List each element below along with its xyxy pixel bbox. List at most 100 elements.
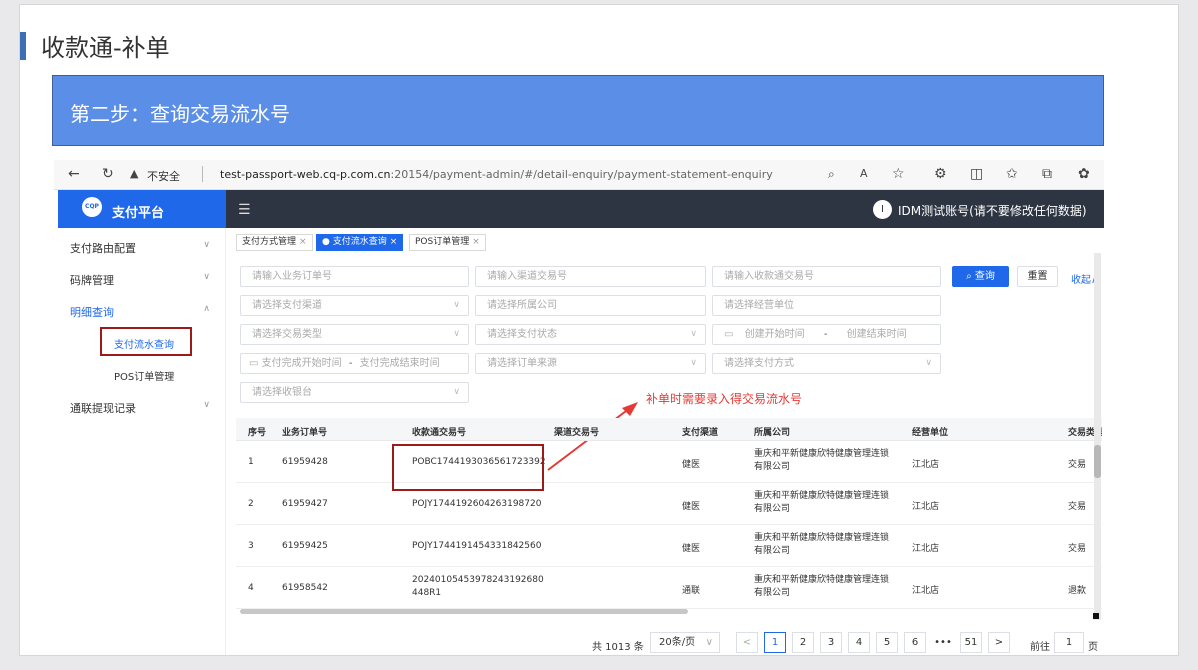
biz-unit: 江北店 <box>912 460 940 470</box>
tx-type-select[interactable]: 请选择交易类型 ∨ <box>240 324 469 345</box>
order-number: 61959425 <box>282 541 328 551</box>
calendar-icon: ▭ <box>249 358 262 369</box>
prev-page-button[interactable]: < <box>736 632 758 653</box>
horizontal-scrollbar-thumb[interactable] <box>240 609 688 614</box>
tx-type: 退款 <box>1068 586 1087 596</box>
sidebar-item-label: 支付路由配置 <box>70 242 136 255</box>
reload-icon[interactable]: ↻ <box>102 166 114 182</box>
page-size-select[interactable]: 20条/页 ∨ <box>650 632 720 653</box>
biz-order-input[interactable]: 请输入业务订单号 <box>240 266 469 287</box>
collect-tx-input[interactable]: 请输入收款通交易号 <box>712 266 941 287</box>
biz-unit-select[interactable]: 请选择经营单位 <box>712 295 941 316</box>
chevron-up-icon: ∧ <box>203 304 210 314</box>
tab-pos-orders[interactable]: POS订单管理 × <box>409 234 486 251</box>
row-number: 2 <box>248 499 254 509</box>
step-banner-text: 第二步：查询交易流水号 <box>70 102 290 126</box>
user-name[interactable]: IDM测试账号(请不要修改任何数据) <box>898 202 1087 219</box>
channel-tx-input[interactable]: 请输入渠道交易号 <box>475 266 706 287</box>
page-size-value: 20条/页 <box>659 637 696 648</box>
company: 重庆和平新健康欣特健康管理连锁有限公司 <box>754 449 890 472</box>
chevron-down-icon: ∨ <box>690 358 697 368</box>
company-select[interactable]: 请选择所属公司 <box>475 295 706 316</box>
table-row[interactable]: 1 61959428 POBC1744193036561723392 健医 重庆… <box>236 441 1102 483</box>
order-number: 61959428 <box>282 457 328 467</box>
order-source-select[interactable]: 请选择订单来源 ∨ <box>475 353 706 374</box>
table-row[interactable]: 4 61958542 20240105453978243192680448R1 … <box>236 567 1102 609</box>
zoom-icon[interactable]: ⌕ <box>828 167 835 182</box>
close-icon[interactable]: × <box>299 237 307 247</box>
vertical-scrollbar-track[interactable] <box>1094 253 1101 620</box>
pay-channel-select[interactable]: 请选择支付渠道 ∨ <box>240 295 469 316</box>
sidebar-subitem-pos-orders[interactable]: POS订单管理 <box>114 368 174 383</box>
select-placeholder: 请选择支付方式 <box>724 358 794 369</box>
sidebar-item-code-plate[interactable]: 码牌管理 ∨ <box>70 272 210 288</box>
chevron-down-icon: ∨ <box>453 329 460 339</box>
sidebar: CQP 支付平台 支付路由配置 ∨ 码牌管理 ∨ 明细查询 ∧ 支付流水查询 POS订… <box>54 190 226 655</box>
user-avatar[interactable]: I <box>873 200 892 219</box>
select-placeholder: 请选择订单来源 <box>487 358 557 369</box>
page-button-5[interactable]: 5 <box>876 632 898 653</box>
chevron-down-icon: ∨ <box>203 400 210 410</box>
pay-status-select[interactable]: 请选择支付状态 ∨ <box>475 324 706 345</box>
tab-payment-method[interactable]: 支付方式管理 × <box>236 234 313 251</box>
favorite-star-icon[interactable]: ☆ <box>892 166 905 182</box>
tx-type: 交易 <box>1068 460 1087 470</box>
url-text[interactable]: test-passport-web.cq-p.com.cn:20154/paym… <box>220 168 773 181</box>
table-row[interactable]: 3 61959425 POJY1744191454331842560 健医 重庆… <box>236 525 1102 567</box>
collect-tx-number: POJY1744192604263198720 <box>412 499 542 509</box>
split-screen-icon[interactable]: ◫ <box>970 166 983 182</box>
page-button-last[interactable]: 51 <box>960 632 982 653</box>
cashier-select[interactable]: 请选择收银台 ∨ <box>240 382 469 403</box>
column-header: 渠道交易号 <box>554 428 600 438</box>
tab-label: 支付流水查询 <box>332 237 387 247</box>
pay-time-range[interactable]: ▭ 支付完成开始时间 - 支付完成结束时间 <box>240 353 469 374</box>
collapse-label: 收起 <box>1071 275 1091 286</box>
query-button[interactable]: ⌕ 查询 <box>952 266 1009 287</box>
select-placeholder: 请选择所属公司 <box>487 300 557 311</box>
read-aloud-icon[interactable]: A <box>860 167 868 180</box>
tab-payment-flow[interactable]: ● 支付流水查询 × <box>316 234 404 251</box>
page-button-1[interactable]: 1 <box>764 632 786 653</box>
page-button-3[interactable]: 3 <box>820 632 842 653</box>
page-button-6[interactable]: 6 <box>904 632 926 653</box>
sidebar-item-route-config[interactable]: 支付路由配置 ∨ <box>70 240 210 256</box>
extensions-icon[interactable]: ⚙ <box>934 166 947 182</box>
sidebar-item-withdraw-records[interactable]: 通联提现记录 ∨ <box>70 400 210 416</box>
total-count: 共 1013 条 <box>592 642 644 653</box>
chevron-down-icon: ∨ <box>453 387 460 397</box>
close-icon[interactable]: × <box>390 237 398 247</box>
pay-channel: 通联 <box>682 586 701 596</box>
company: 重庆和平新健康欣特健康管理连锁有限公司 <box>754 533 890 556</box>
column-header: 所属公司 <box>754 428 791 438</box>
page-ellipsis[interactable]: ••• <box>932 632 954 653</box>
page-button-2[interactable]: 2 <box>792 632 814 653</box>
warning-triangle-icon: ▲ <box>130 167 139 180</box>
collections-icon[interactable]: ⧉ <box>1042 166 1052 182</box>
sidebar-item-detail-query[interactable]: 明细查询 ∧ <box>70 304 210 320</box>
create-time-range[interactable]: ▭ 创建开始时间 - 创建结束时间 <box>712 324 941 345</box>
vertical-scrollbar-thumb[interactable] <box>1094 445 1101 478</box>
back-arrow-icon[interactable]: ← <box>68 166 80 182</box>
next-page-button[interactable]: > <box>988 632 1010 653</box>
range-separator: - <box>348 358 353 369</box>
column-header: 经营单位 <box>912 428 949 438</box>
goto-page-input[interactable]: 1 <box>1054 632 1084 653</box>
reset-button[interactable]: 重置 <box>1017 266 1058 287</box>
browser-address-bar: ← ↻ ▲ 不安全 test-passport-web.cq-p.com.cn:… <box>54 160 1104 190</box>
search-icon: ⌕ <box>966 271 975 282</box>
tab-label: 支付方式管理 <box>242 237 297 247</box>
order-number: 61959427 <box>282 499 328 509</box>
biz-unit: 江北店 <box>912 544 940 554</box>
table-row[interactable]: 2 61959427 POJY1744192604263198720 健医 重庆… <box>236 483 1102 525</box>
collect-tx-number: POJY1744191454331842560 <box>412 541 542 551</box>
select-placeholder: 请选择收银台 <box>252 387 312 398</box>
chevron-down-icon: ∨ <box>705 637 713 648</box>
close-icon[interactable]: × <box>472 237 480 247</box>
page-button-4[interactable]: 4 <box>848 632 870 653</box>
copilot-icon[interactable]: ✿ <box>1078 166 1090 182</box>
menu-toggle-icon[interactable]: ☰ <box>238 202 251 218</box>
query-label: 查询 <box>974 271 995 282</box>
pay-method-select[interactable]: 请选择支付方式 ∨ <box>712 353 941 374</box>
chevron-down-icon: ∨ <box>690 329 697 339</box>
favorites-icon[interactable]: ✩ <box>1006 166 1018 182</box>
